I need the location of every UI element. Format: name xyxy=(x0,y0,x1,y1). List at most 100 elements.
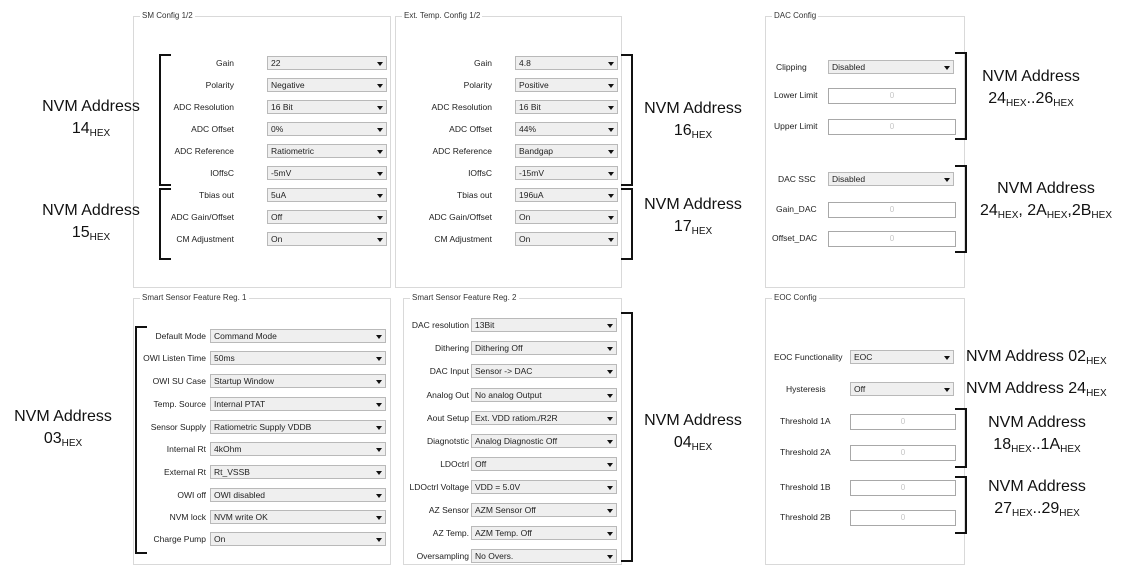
hysteresis-dropdown[interactable]: Off xyxy=(850,382,954,396)
setting-row: LDOctrl Voltage VDD = 5.0V xyxy=(407,480,619,494)
setting-label: ADC Reference xyxy=(174,146,234,156)
threshold-1a-label: Threshold 1A xyxy=(780,416,831,426)
setting-row: IOffsC -15mV xyxy=(400,166,620,180)
upper-limit-label: Upper Limit xyxy=(774,121,818,131)
setting-label: Gain xyxy=(216,58,234,68)
setting-label: AZ Sensor xyxy=(428,505,469,515)
setting-row: ADC Offset 0% xyxy=(140,122,389,136)
setting-label: CM Adjustment xyxy=(434,234,492,244)
gain-dac-field[interactable]: 0 xyxy=(828,202,956,218)
setting-dropdown[interactable]: VDD = 5.0V xyxy=(471,480,617,494)
setting-dropdown[interactable]: -15mV xyxy=(515,166,618,180)
setting-dropdown[interactable]: Positive xyxy=(515,78,618,92)
dac-ssc-dropdown[interactable]: Disabled xyxy=(828,172,954,186)
bracket xyxy=(159,188,171,260)
setting-dropdown[interactable]: Bandgap xyxy=(515,144,618,158)
setting-dropdown[interactable]: Internal PTAT xyxy=(210,397,386,411)
setting-label: Temp. Source xyxy=(153,399,206,409)
setting-dropdown[interactable]: 13Bit xyxy=(471,318,617,332)
setting-dropdown[interactable]: 16 Bit xyxy=(267,100,387,114)
chevron-down-icon xyxy=(376,448,382,452)
setting-label: Tbias out xyxy=(457,190,492,200)
setting-dropdown[interactable]: Ratiometric xyxy=(267,144,387,158)
threshold-1a-field[interactable]: 0 xyxy=(850,414,956,430)
setting-label: DAC Input xyxy=(429,366,469,376)
setting-value: Bandgap xyxy=(519,146,554,156)
setting-dropdown[interactable]: On xyxy=(515,232,618,246)
setting-label: NVM lock xyxy=(169,512,206,522)
eoc-functionality-dropdown[interactable]: EOC xyxy=(850,350,954,364)
group-title: Smart Sensor Feature Reg. 2 xyxy=(410,292,519,304)
setting-dropdown[interactable]: Rt_VSSB xyxy=(210,465,386,479)
setting-row: Polarity Negative xyxy=(140,78,389,92)
setting-row: ADC Offset 44% xyxy=(400,122,620,136)
nvm-annotation-16: NVM Address 16HEX xyxy=(632,98,754,142)
setting-row: Gain 4.8 xyxy=(400,56,620,70)
setting-dropdown[interactable]: 16 Bit xyxy=(515,100,618,114)
clipping-dropdown[interactable]: Disabled xyxy=(828,60,954,74)
setting-dropdown[interactable]: OWI disabled xyxy=(210,488,386,502)
setting-dropdown[interactable]: 50ms xyxy=(210,351,386,365)
nvm-address: 27HEX..29HEX xyxy=(994,500,1080,519)
setting-dropdown[interactable]: Ext. VDD ratiom./R2R xyxy=(471,411,617,425)
setting-row: ADC Gain/Offset Off xyxy=(140,210,389,224)
setting-dropdown[interactable]: On xyxy=(210,532,386,546)
setting-row: AZ Temp. AZM Temp. Off xyxy=(407,526,619,540)
setting-dropdown[interactable]: 4.8 xyxy=(515,56,618,70)
threshold-2b-label: Threshold 2B xyxy=(780,512,831,522)
setting-label: ADC Resolution xyxy=(431,102,492,112)
threshold-2a-field[interactable]: 0 xyxy=(850,445,956,461)
setting-dropdown[interactable]: NVM write OK xyxy=(210,510,386,524)
setting-dropdown[interactable]: 5uA xyxy=(267,188,387,202)
setting-dropdown[interactable]: Dithering Off xyxy=(471,341,617,355)
gain-dac-label: Gain_DAC xyxy=(776,204,817,214)
setting-row: Oversampling No Overs. xyxy=(407,549,619,563)
setting-dropdown[interactable]: Negative xyxy=(267,78,387,92)
setting-row: ADC Reference Bandgap xyxy=(400,144,620,158)
setting-value: Off xyxy=(271,212,283,222)
nvm-address: 24HEX, 2AHEX,2BHEX xyxy=(980,202,1112,221)
clipping-value: Disabled xyxy=(832,62,866,72)
offset-dac-field[interactable]: 0 xyxy=(828,231,956,247)
nvm-address: 15HEX xyxy=(71,224,111,243)
nvm-address: 02HEX xyxy=(1068,348,1107,367)
setting-dropdown[interactable]: On xyxy=(267,232,387,246)
setting-row: Temp. Source Internal PTAT xyxy=(140,397,388,411)
setting-dropdown[interactable]: 4kOhm xyxy=(210,442,386,456)
threshold-2b-field[interactable]: 0 xyxy=(850,510,956,526)
setting-dropdown[interactable]: No Overs. xyxy=(471,549,617,563)
setting-dropdown[interactable]: Ratiometric Supply VDDB xyxy=(210,420,386,434)
setting-value: 0% xyxy=(271,124,284,134)
threshold-2b-row: Threshold 2B 0 xyxy=(770,510,960,526)
setting-row: DAC Input Sensor -> DAC xyxy=(407,364,619,378)
setting-dropdown[interactable]: AZM Sensor Off xyxy=(471,503,617,517)
setting-dropdown[interactable]: -5mV xyxy=(267,166,387,180)
setting-dropdown[interactable]: Analog Diagnostic Off xyxy=(471,434,617,448)
chevron-down-icon xyxy=(608,128,614,132)
setting-dropdown[interactable]: 196uA xyxy=(515,188,618,202)
setting-dropdown[interactable]: AZM Temp. Off xyxy=(471,526,617,540)
chevron-down-icon xyxy=(607,532,613,536)
lower-limit-field[interactable]: 0 xyxy=(828,88,956,104)
setting-dropdown[interactable]: Off xyxy=(267,210,387,224)
setting-dropdown[interactable]: Sensor -> DAC xyxy=(471,364,617,378)
setting-dropdown[interactable]: On xyxy=(515,210,618,224)
setting-value: -15mV xyxy=(519,168,545,178)
setting-dropdown[interactable]: Startup Window xyxy=(210,374,386,388)
setting-dropdown[interactable]: Off xyxy=(471,457,617,471)
setting-dropdown[interactable]: 44% xyxy=(515,122,618,136)
nvm-annotation-17: NVM Address 17HEX xyxy=(632,194,754,238)
setting-row: Aout Setup Ext. VDD ratiom./R2R xyxy=(407,411,619,425)
upper-limit-field[interactable]: 0 xyxy=(828,119,956,135)
setting-label: Tbias out xyxy=(199,190,234,200)
setting-value: Negative xyxy=(271,80,305,90)
setting-dropdown[interactable]: Command Mode xyxy=(210,329,386,343)
nvm-address: 16HEX xyxy=(673,122,713,141)
setting-label: LDOctrl xyxy=(440,459,469,469)
setting-dropdown[interactable]: 0% xyxy=(267,122,387,136)
threshold-1b-field[interactable]: 0 xyxy=(850,480,956,496)
setting-dropdown[interactable]: 22 xyxy=(267,56,387,70)
setting-dropdown[interactable]: No analog Output xyxy=(471,388,617,402)
setting-value: Ratiometric xyxy=(271,146,314,156)
chevron-down-icon xyxy=(607,417,613,421)
